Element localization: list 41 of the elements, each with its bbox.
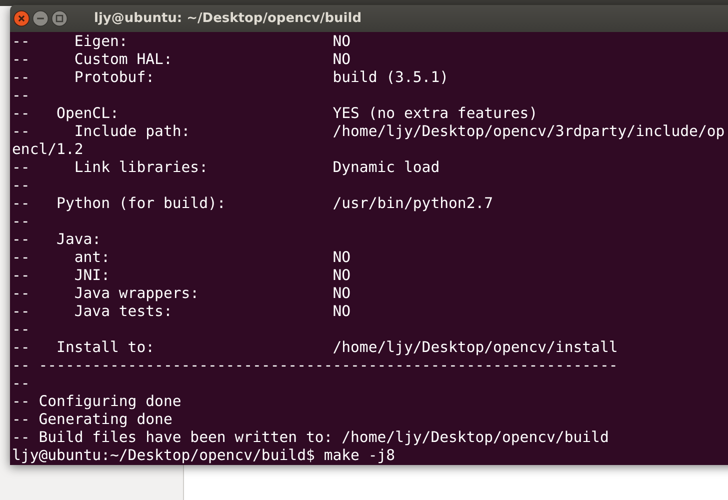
output-line: -- — [12, 321, 30, 338]
output-value: NO — [332, 267, 351, 284]
output-line: -- — [12, 177, 30, 194]
output-value: /usr/bin/python2.7 — [332, 195, 494, 212]
output-line: -- Build files have been written to: /home/ljy/Desktop/opencv/build — [12, 429, 609, 446]
output-label: -- JNI: — [12, 267, 111, 285]
shell-prompt: ljy@ubuntu:~/Desktop/opencv/build$ — [12, 447, 315, 464]
output-label: -- Eigen: — [12, 33, 129, 51]
output-label: -- Java wrappers: — [12, 285, 200, 303]
command-text: make -j8 — [324, 447, 396, 464]
output-value: Dynamic load — [332, 159, 440, 176]
output-line: -- — [12, 87, 30, 104]
output-value: NO — [332, 303, 351, 320]
close-icon[interactable] — [13, 10, 30, 27]
output-label: -- Custom HAL: — [12, 51, 174, 69]
maximize-icon[interactable] — [51, 10, 68, 27]
output-line: -- — [12, 375, 30, 392]
output-line: -- ----------------------------------------------------------------- — [12, 357, 618, 374]
output-label: -- Python (for build): — [12, 195, 227, 213]
output-label: -- Include path: — [12, 123, 192, 141]
output-value: NO — [332, 33, 351, 50]
output-line: -- Java: — [12, 231, 102, 248]
output-value: NO — [332, 51, 351, 68]
output-label: -- Java tests: — [12, 303, 174, 321]
output-line: -- — [12, 213, 30, 230]
minimize-icon[interactable] — [32, 10, 49, 27]
output-label: -- ant: — [12, 249, 111, 267]
output-line: -- Generating done — [12, 411, 172, 428]
output-label: -- OpenCL: — [12, 105, 120, 123]
output-line: -- Configuring done — [12, 393, 182, 410]
output-value: build (3.5.1) — [332, 69, 449, 86]
output-label: -- Install to: — [12, 339, 156, 357]
output-value: /home/ljy/Desktop/opencv/install — [332, 339, 618, 356]
output-line: encl/1.2 — [12, 141, 84, 158]
output-value: YES (no extra features) — [332, 105, 538, 122]
output-value: /home/ljy/Desktop/opencv/3rdparty/include/op — [332, 123, 725, 140]
output-label: -- Protobuf: — [12, 69, 156, 87]
output-value: NO — [332, 285, 351, 302]
output-value: NO — [332, 249, 351, 266]
window-title: ljy@ubuntu: ~/Desktop/opencv/build — [94, 11, 362, 26]
output-label: -- Link libraries: — [12, 159, 209, 177]
